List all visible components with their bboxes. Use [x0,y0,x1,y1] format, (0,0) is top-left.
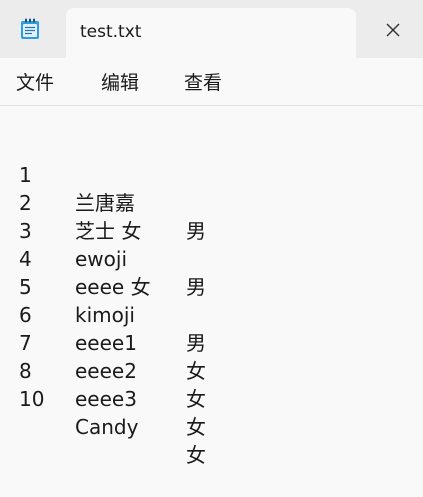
text-content: 1 兰唐嘉 男 2 芝士 女 3 ewoji 男 4 eeee 女 5 kimo… [19,133,379,467]
text-line: 5 kimoji 男 [19,245,379,355]
text-line: 6 eeee1 女 [19,273,379,383]
text-line: 4 eeee 女 [19,217,379,299]
line-name: Candy [75,415,139,439]
menu-file[interactable]: 文件 [16,68,54,95]
line-gender: 女 [186,387,206,411]
text-line: 7 eeee2 女 [19,301,379,411]
tab-title: test.txt [80,22,142,42]
line-name: eeee3 [75,387,137,411]
notepad-icon [21,18,39,39]
title-bar: test.txt [0,0,423,58]
text-line: 3 ewoji 男 [19,189,379,299]
line-gender: 女 [186,415,206,439]
text-editor[interactable]: 1 兰唐嘉 男 2 芝士 女 3 ewoji 男 4 eeee 女 5 kimo… [0,106,423,467]
text-line: 10 Candy 女 [19,357,379,467]
text-line: 8 eeee3 女 [19,329,379,439]
text-line: 2 芝士 女 [19,161,379,243]
line-gender: 女 [186,443,206,467]
close-tab-button[interactable] [379,16,407,44]
line-id: 10 [19,387,45,411]
menu-edit[interactable]: 编辑 [101,68,139,95]
menu-bar: 文件 编辑 查看 [0,58,423,106]
tab-test-txt[interactable]: test.txt [66,8,356,58]
text-line: 1 兰唐嘉 男 [19,133,379,243]
close-icon [386,23,400,37]
menu-view[interactable]: 查看 [184,68,222,95]
